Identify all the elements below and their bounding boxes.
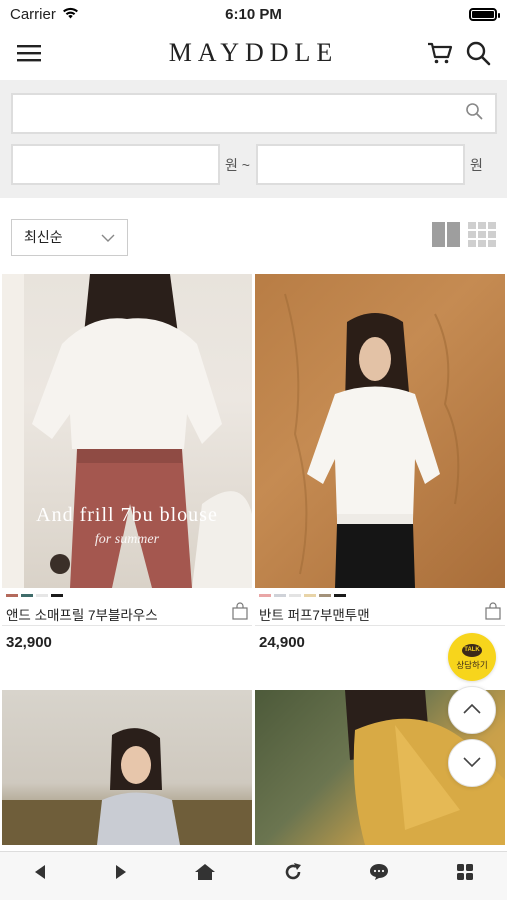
color-swatch [259,594,271,597]
chat-icon[interactable] [369,863,389,886]
talk-bubble-icon: TALK [462,643,482,657]
grid-3col-icon[interactable] [468,222,496,252]
chevron-down-icon [463,754,481,772]
product-overlay-subtitle: for summer [94,532,160,547]
sort-row: 최신순 [0,218,507,256]
product-price: 32,900 [6,634,52,651]
scroll-up-button[interactable] [448,686,496,734]
refresh-icon[interactable] [283,862,303,887]
carrier-label: Carrier [10,5,56,23]
menu-icon[interactable] [16,43,42,63]
product-name-row: 앤드 소매프릴 7부블라우스 [2,600,252,626]
price-unit-from: 원 ~ [225,156,250,173]
price-min-input[interactable] [11,144,220,185]
grid-2col-icon[interactable] [432,222,460,252]
app-header: MAYDDLE [0,28,507,78]
shopping-bag-icon[interactable] [232,602,248,625]
product-card[interactable] [2,690,252,845]
color-swatch [304,594,316,597]
home-icon[interactable] [194,863,216,886]
product-image[interactable] [255,274,505,588]
product-grid: And frill 7bu blouse for summer 앤드 소매프릴 … [2,274,505,845]
menu-grid-icon[interactable] [456,863,474,886]
price-range: 원 ~ 원 [11,144,496,185]
color-swatches [2,588,252,600]
search-icon[interactable] [465,102,483,125]
color-swatch [319,594,331,597]
shopping-bag-icon[interactable] [485,602,501,625]
product-card[interactable]: 반트 퍼프7부맨투맨 24,900 [255,274,505,690]
status-bar: Carrier 6:10 PM [0,0,507,28]
color-swatch [6,594,18,597]
price-max-input[interactable] [255,144,465,185]
chevron-down-icon [101,229,115,245]
sort-selected-label: 최신순 [24,229,63,245]
battery-icon [469,7,500,21]
wifi-icon [62,6,79,23]
sort-select[interactable]: 최신순 [11,218,128,256]
bottom-nav [0,851,507,900]
color-swatch [21,594,33,597]
price-unit-to: 원 [469,156,483,173]
color-swatch [334,594,346,597]
color-swatch [274,594,286,597]
search-icon[interactable] [465,40,491,66]
product-overlay-title: And frill 7bu blouse [36,504,218,526]
back-arrow-icon[interactable] [33,864,47,885]
color-swatch [51,594,63,597]
color-swatches [255,588,505,600]
product-image[interactable]: And frill 7bu blouse for summer [2,274,252,588]
chevron-up-icon [463,701,481,719]
product-name[interactable]: 앤드 소매프릴 7부블라우스 [6,604,158,624]
search-panel: 원 ~ 원 [0,80,507,198]
color-swatch [289,594,301,597]
product-name-row: 반트 퍼프7부맨투맨 [255,600,505,626]
cart-icon[interactable] [427,41,453,65]
search-input[interactable] [11,93,497,134]
product-image[interactable] [2,690,252,845]
talk-label: 상담하기 [456,659,488,670]
product-card[interactable]: And frill 7bu blouse for summer 앤드 소매프릴 … [2,274,252,690]
product-name[interactable]: 반트 퍼프7부맨투맨 [259,604,370,624]
kakao-talk-consult-button[interactable]: TALK 상담하기 [448,633,496,681]
color-swatch [36,594,48,597]
status-left: Carrier [10,6,79,23]
scroll-down-button[interactable] [448,739,496,787]
forward-arrow-icon[interactable] [114,864,128,885]
